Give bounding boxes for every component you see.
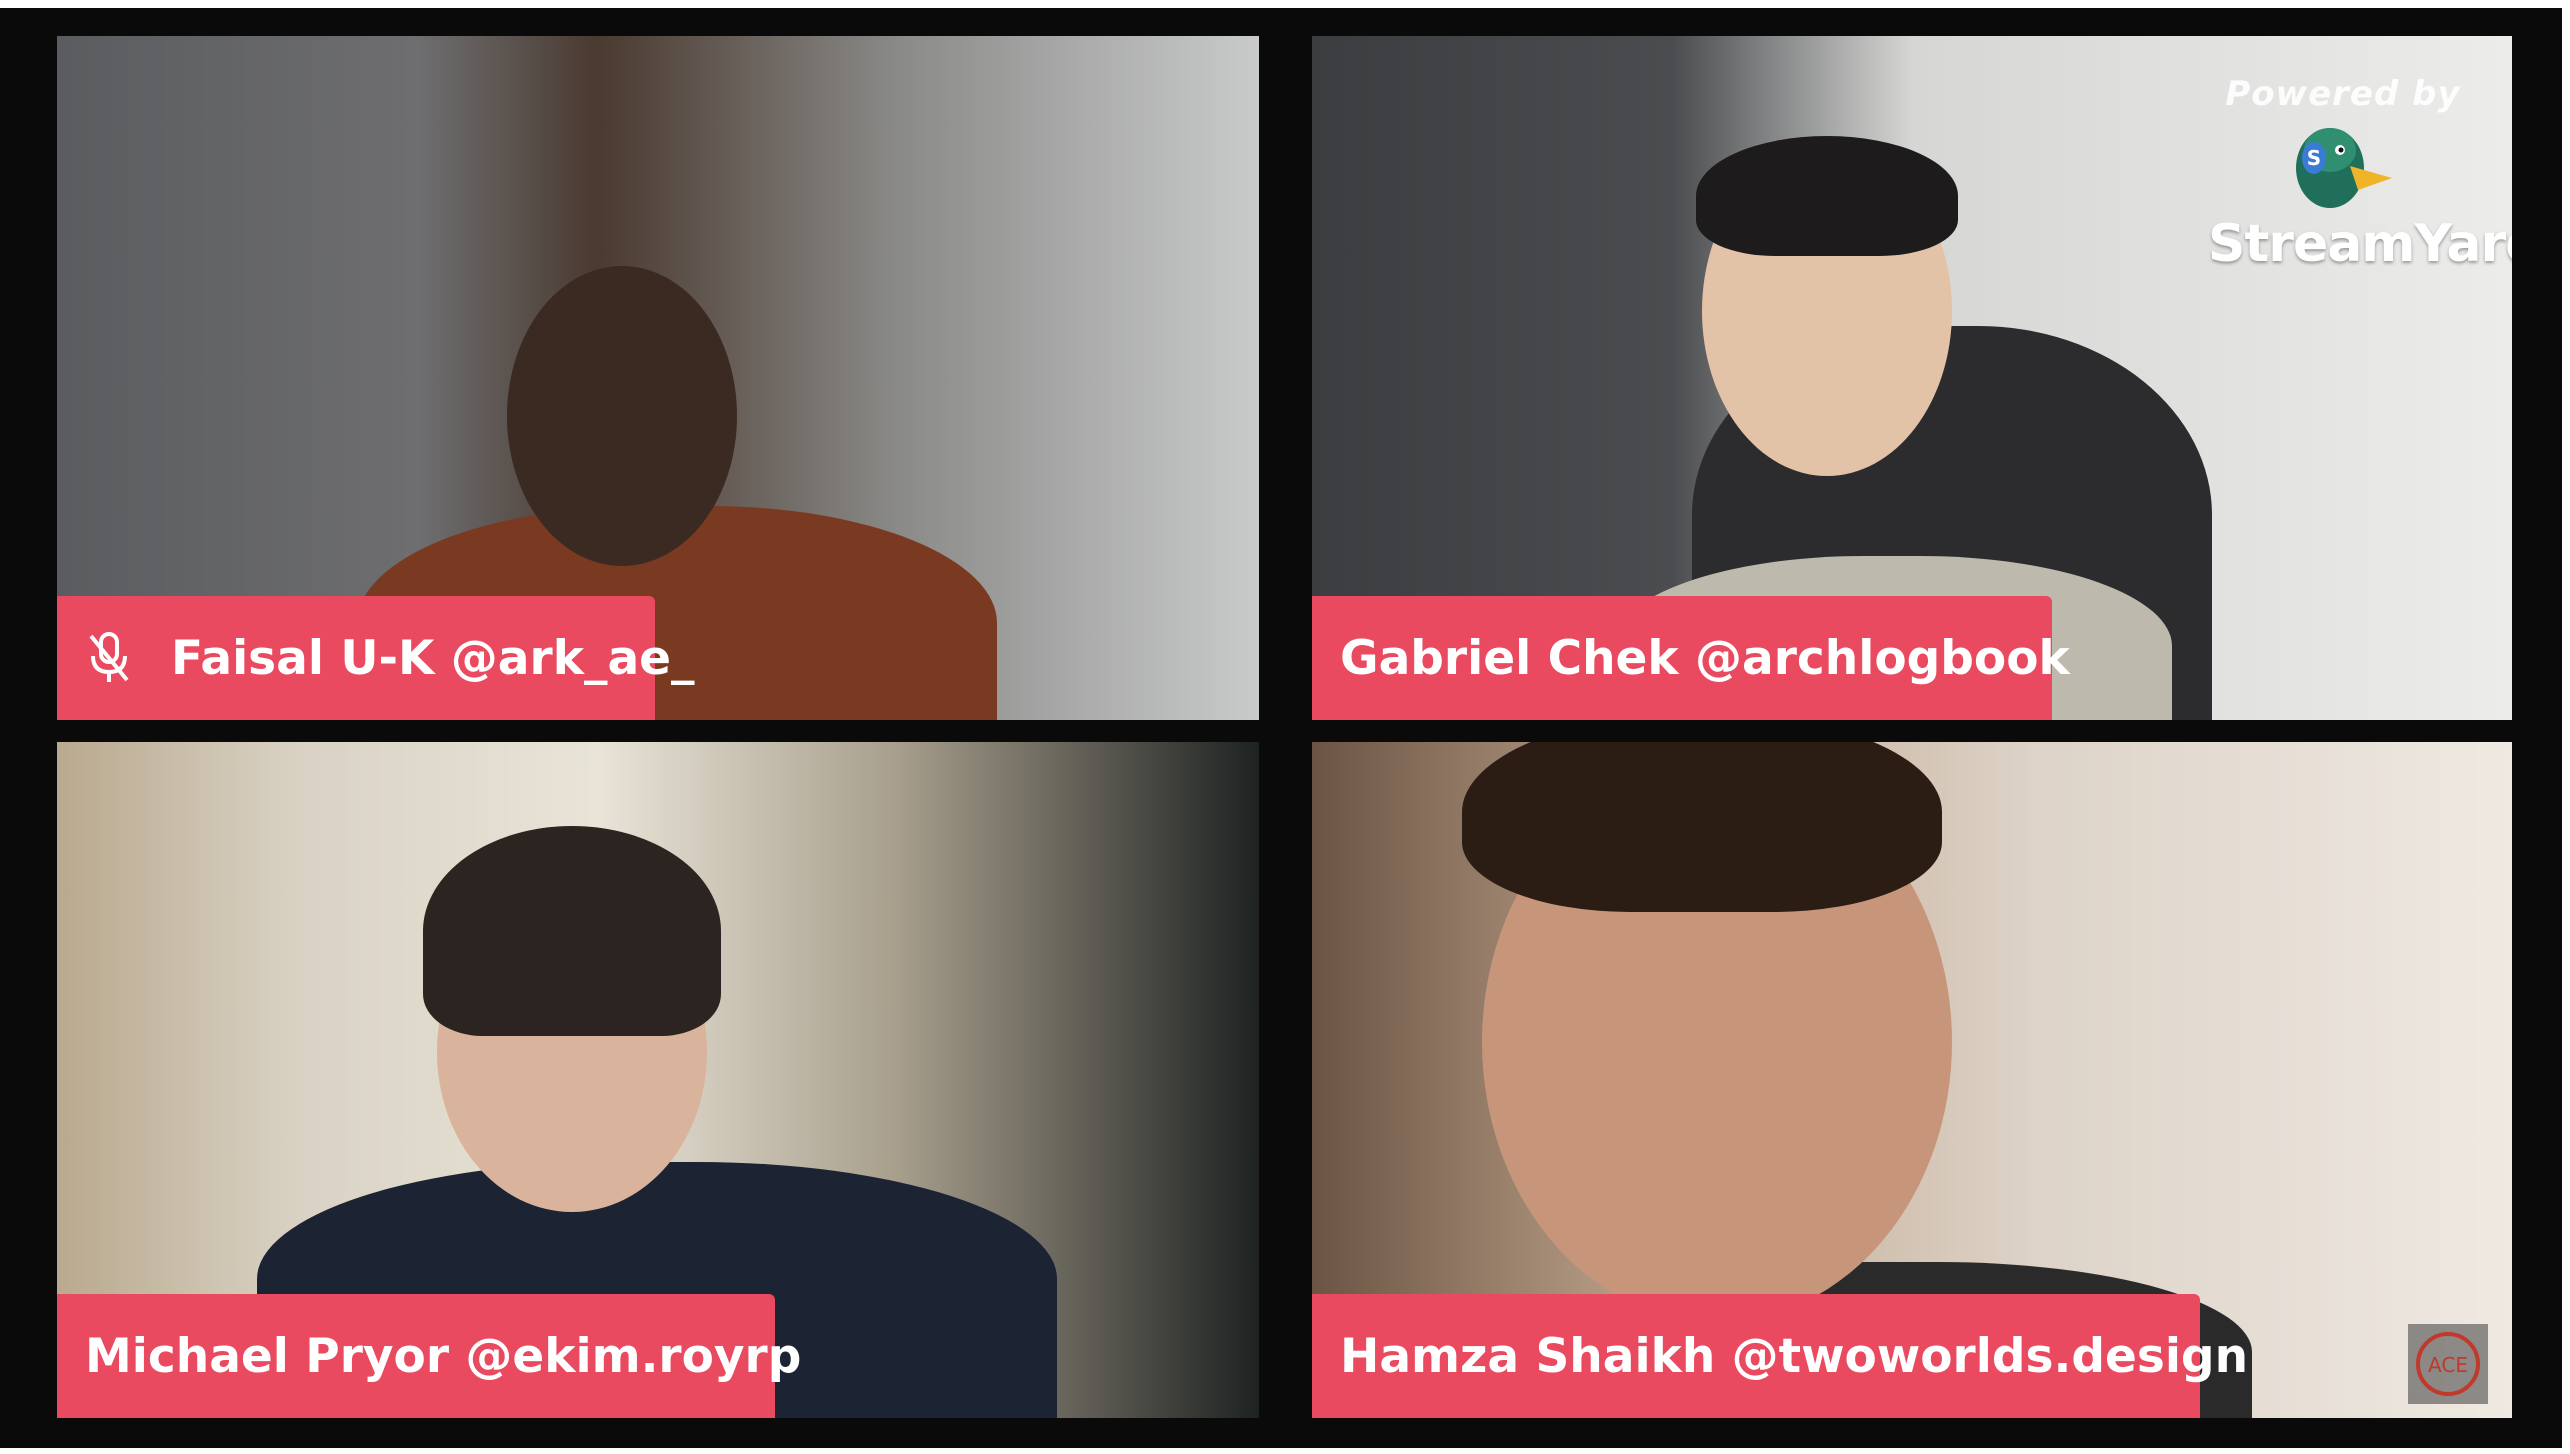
video-tile-michael[interactable]: Michael Pryor @ekim.royrp: [57, 742, 1259, 1418]
participant-hair: [1696, 136, 1958, 256]
stream-stage: Faisal U-K @ark_ae_ Powered by S StreamY…: [0, 0, 2570, 1454]
name-label: Michael Pryor @ekim.royrp: [57, 1294, 801, 1418]
participant-hair: [1462, 742, 1942, 912]
participant-head: [507, 266, 737, 566]
participant-name: Faisal U-K @ark_ae_: [171, 630, 695, 686]
video-tile-hamza[interactable]: Hamza Shaikh @twoworlds.design ACE: [1312, 742, 2512, 1418]
participant-name: Gabriel Chek @archlogbook: [1340, 630, 2070, 686]
participant-beanie: [423, 826, 721, 1036]
powered-by-text: Powered by: [2225, 74, 2461, 114]
participant-name: Hamza Shaikh @twoworlds.design: [1340, 1328, 2249, 1384]
svg-text:ACE: ACE: [2428, 1353, 2468, 1377]
brand-name: StreamYard: [2208, 214, 2512, 274]
mic-off-icon: [85, 630, 133, 686]
duck-logo-icon: S: [2296, 128, 2392, 208]
streamyard-branding: Powered by S StreamYard: [2208, 74, 2512, 274]
video-tile-faisal[interactable]: Faisal U-K @ark_ae_: [57, 36, 1259, 720]
ace-logo-icon: ACE: [2408, 1324, 2488, 1404]
name-label: Hamza Shaikh @twoworlds.design: [1312, 1294, 2248, 1418]
name-label: Gabriel Chek @archlogbook: [1312, 596, 2070, 720]
name-label: Faisal U-K @ark_ae_: [57, 596, 695, 720]
video-tile-gabriel[interactable]: Powered by S StreamYard Gabriel Chek @ar…: [1312, 36, 2512, 720]
video-grid: Faisal U-K @ark_ae_ Powered by S StreamY…: [0, 8, 2562, 1448]
participant-name: Michael Pryor @ekim.royrp: [85, 1328, 802, 1384]
svg-text:S: S: [2307, 146, 2321, 170]
